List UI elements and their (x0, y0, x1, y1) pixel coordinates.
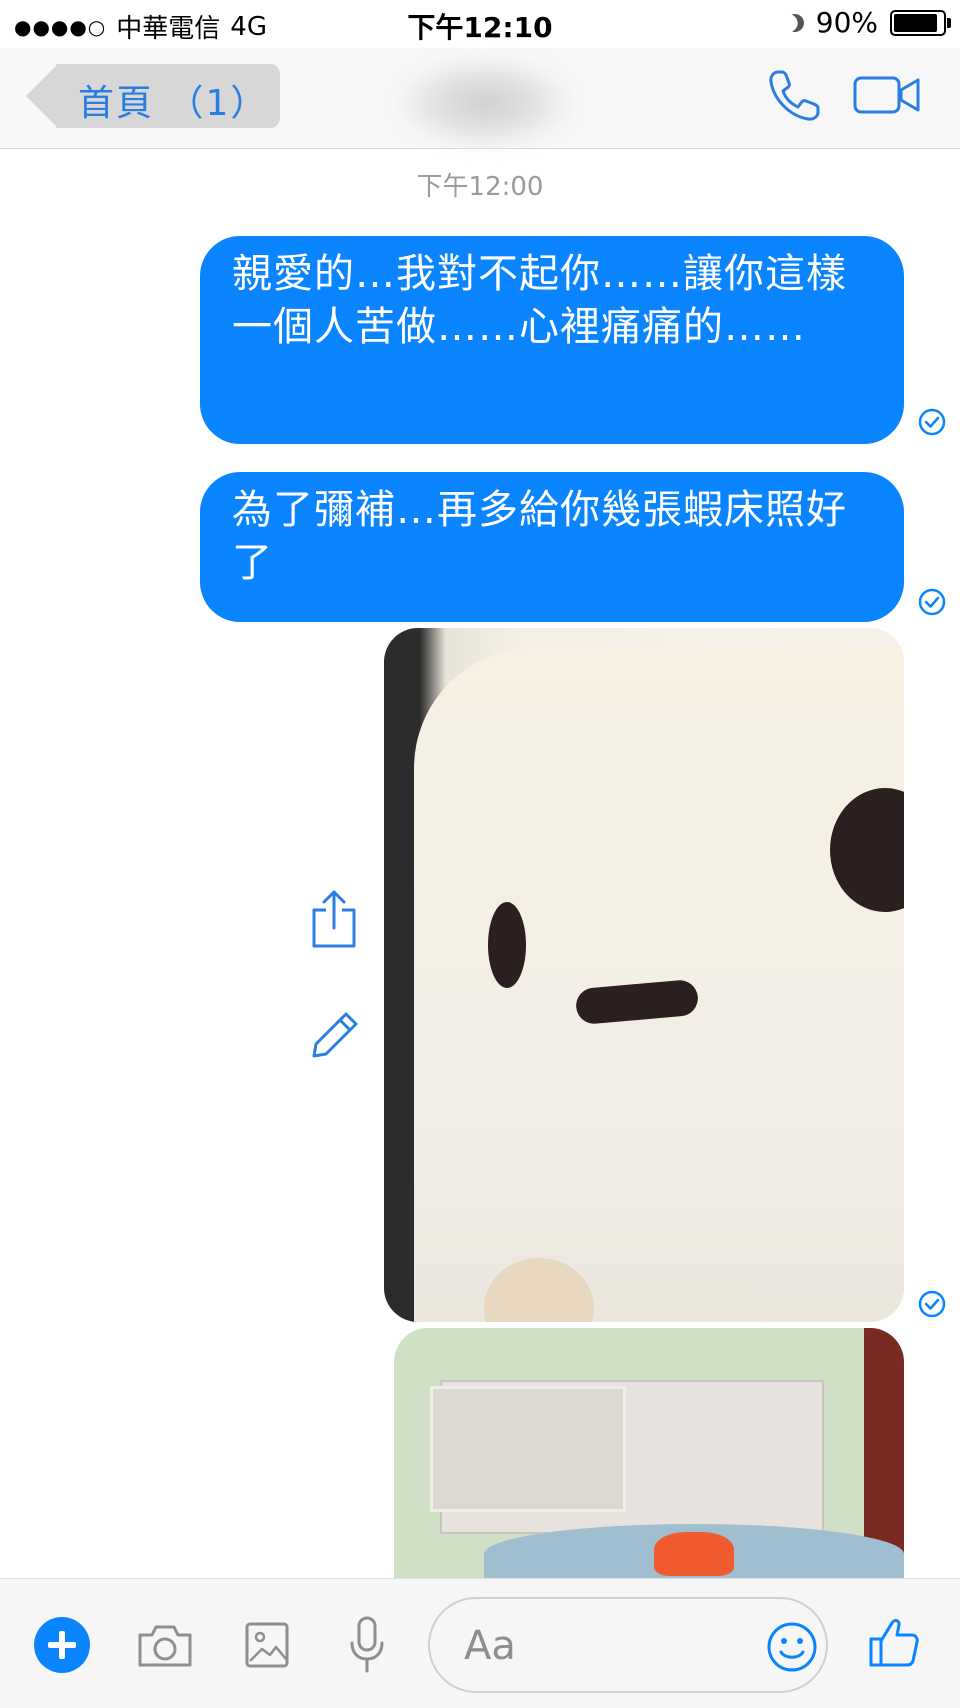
plus-icon[interactable] (34, 1617, 90, 1673)
back-button[interactable]: 首頁 （1） (26, 64, 280, 128)
gallery-icon[interactable] (244, 1621, 290, 1669)
video-call-icon[interactable] (852, 70, 922, 120)
status-right: 90% (783, 6, 951, 39)
microphone-icon[interactable] (348, 1615, 386, 1675)
camera-icon[interactable] (136, 1623, 194, 1669)
conversation-header: 首頁 （1） (0, 48, 960, 149)
message-timestamp: 下午12:00 (416, 172, 544, 202)
share-icon[interactable] (308, 888, 360, 950)
photo-message-bed[interactable] (394, 1328, 904, 1578)
thumbs-up-icon[interactable] (868, 1615, 920, 1669)
battery-fill (894, 13, 938, 32)
message-bubble[interactable]: 親愛的…我對不起你……讓你這樣一個人苦做……心裡痛痛的…… (200, 236, 904, 444)
plush-toy-image (414, 648, 904, 1322)
back-button-label: 首頁 （1） (78, 83, 269, 124)
message-input[interactable] (462, 1619, 736, 1673)
do-not-disturb-moon-icon (783, 11, 806, 34)
battery-percent: 90% (815, 6, 878, 39)
message-composer (0, 1578, 960, 1708)
sent-check-icon (918, 1290, 946, 1318)
contact-name-blurred[interactable] (400, 58, 570, 148)
emoji-icon[interactable] (766, 1621, 818, 1673)
sent-check-icon (918, 408, 946, 436)
message-input-box[interactable] (428, 1597, 828, 1693)
back-arrow-icon (26, 64, 58, 128)
photo-message-plush[interactable] (384, 628, 904, 1322)
status-bar: ●●●●○ 中華電信 4G 下午12:10 90% (0, 0, 960, 48)
sent-check-icon (918, 588, 946, 616)
phone-icon[interactable] (764, 66, 824, 126)
message-bubble[interactable]: 為了彌補…再多給你幾張蝦床照好了 (200, 472, 904, 622)
battery-icon (890, 9, 951, 36)
edit-pencil-icon[interactable] (308, 1008, 362, 1062)
